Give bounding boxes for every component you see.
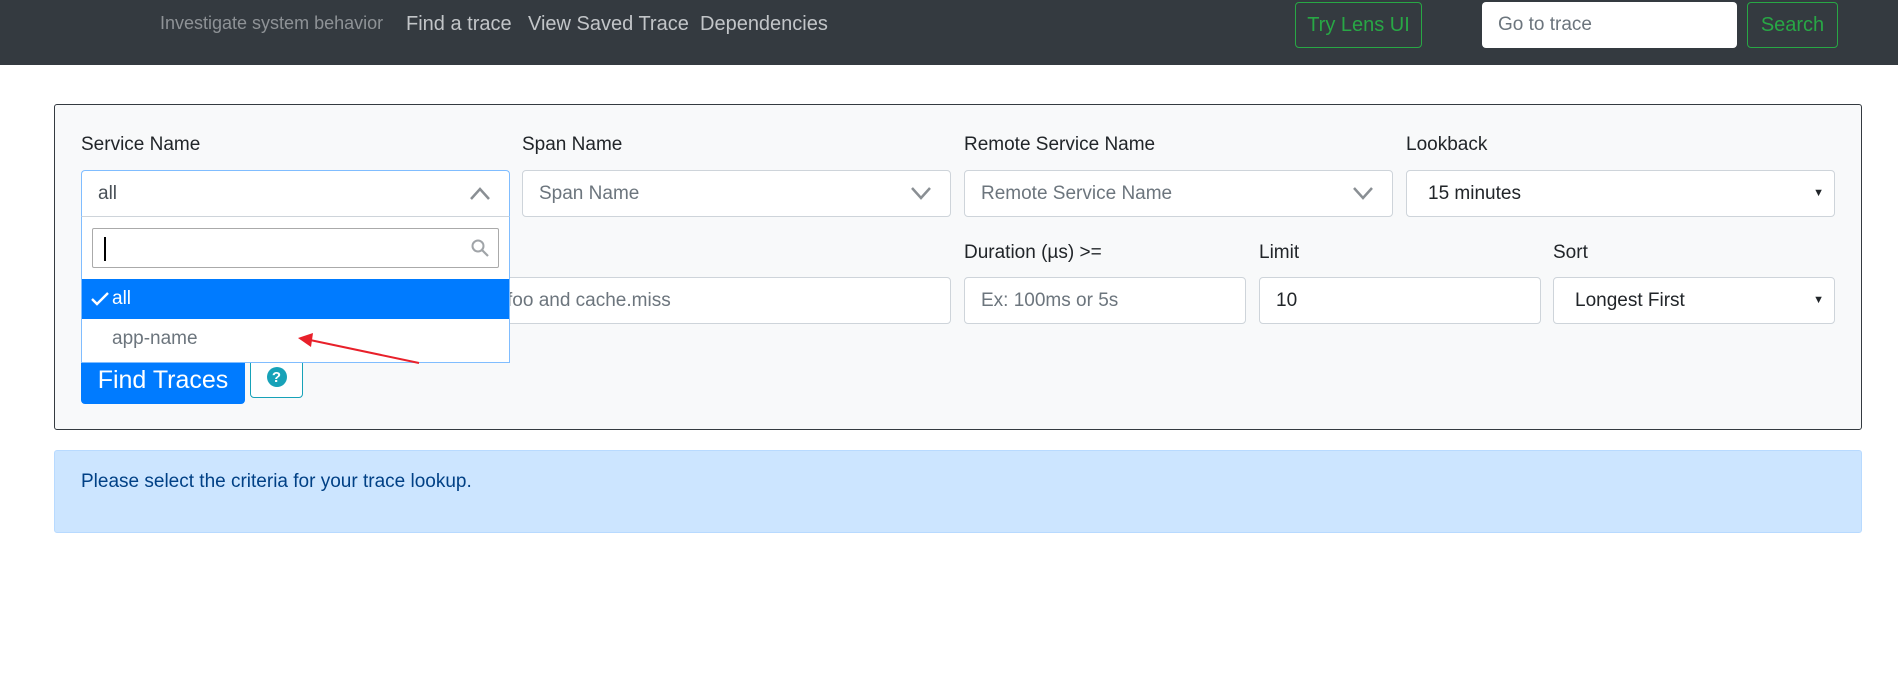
remote-service-name-label: Remote Service Name <box>964 134 1156 155</box>
chevron-up-icon <box>470 187 490 200</box>
dropdown-option-label: all <box>112 288 132 309</box>
sort-label: Sort <box>1553 242 1588 263</box>
span-name-select[interactable]: Span Name <box>522 170 951 217</box>
sort-value: Longest First <box>1575 289 1685 311</box>
chevron-down-icon <box>1353 187 1373 200</box>
service-name-value: all <box>98 182 118 204</box>
nav-link-dependencies[interactable]: Dependencies <box>700 13 828 36</box>
dropdown-option-app-name[interactable]: app-name <box>82 319 509 359</box>
nav-link-find-trace[interactable]: Find a trace <box>406 13 512 36</box>
service-name-dropdown: all app-name <box>81 216 510 363</box>
limit-input[interactable]: 10 <box>1259 277 1541 324</box>
top-navbar: Investigate system behavior Find a trace… <box>0 0 1898 65</box>
chevron-down-icon <box>911 187 931 200</box>
lookback-value: 15 minutes <box>1428 182 1521 204</box>
question-circle-icon: ? <box>266 367 287 387</box>
navbar-tagline: Investigate system behavior <box>160 13 384 33</box>
remote-service-name-select[interactable]: Remote Service Name <box>964 170 1393 217</box>
duration-input[interactable]: Ex: 100ms or 5s <box>964 277 1246 324</box>
service-name-label: Service Name <box>81 134 201 155</box>
dropdown-option-label: app-name <box>112 328 198 349</box>
info-alert: Please select the criteria for your trac… <box>54 450 1862 533</box>
select-caret-icon: ▼ <box>1813 187 1824 199</box>
duration-label: Duration (µs) >= <box>964 242 1102 263</box>
search-icon <box>471 239 489 257</box>
search-trace-button[interactable]: Search <box>1747 2 1838 48</box>
remote-service-name-placeholder: Remote Service Name <box>981 182 1173 204</box>
nav-link-view-saved-trace[interactable]: View Saved Trace <box>528 13 689 36</box>
try-lens-ui-button[interactable]: Try Lens UI <box>1295 2 1422 48</box>
lookback-label: Lookback <box>1406 134 1488 155</box>
annotation-query-placeholder: foo and cache.miss <box>507 289 671 311</box>
span-name-label: Span Name <box>522 134 623 155</box>
lookback-select[interactable]: 15 minutes ▼ <box>1406 170 1835 217</box>
text-cursor <box>104 237 106 261</box>
sort-select[interactable]: Longest First ▼ <box>1553 277 1835 324</box>
duration-placeholder: Ex: 100ms or 5s <box>981 289 1119 311</box>
span-name-placeholder: Span Name <box>539 182 640 204</box>
checkmark-icon <box>91 292 109 306</box>
select-caret-icon: ▼ <box>1813 294 1824 306</box>
dropdown-option-all[interactable]: all <box>82 279 509 319</box>
go-to-trace-placeholder: Go to trace <box>1498 14 1592 35</box>
dropdown-search-input[interactable] <box>92 228 499 268</box>
limit-value: 10 <box>1276 289 1298 311</box>
find-traces-button[interactable]: Find Traces <box>81 356 245 404</box>
alert-message: Please select the criteria for your trac… <box>81 471 472 492</box>
go-to-trace-input[interactable]: Go to trace <box>1482 2 1737 48</box>
limit-label: Limit <box>1259 242 1300 263</box>
service-name-select[interactable]: all <box>81 170 510 217</box>
